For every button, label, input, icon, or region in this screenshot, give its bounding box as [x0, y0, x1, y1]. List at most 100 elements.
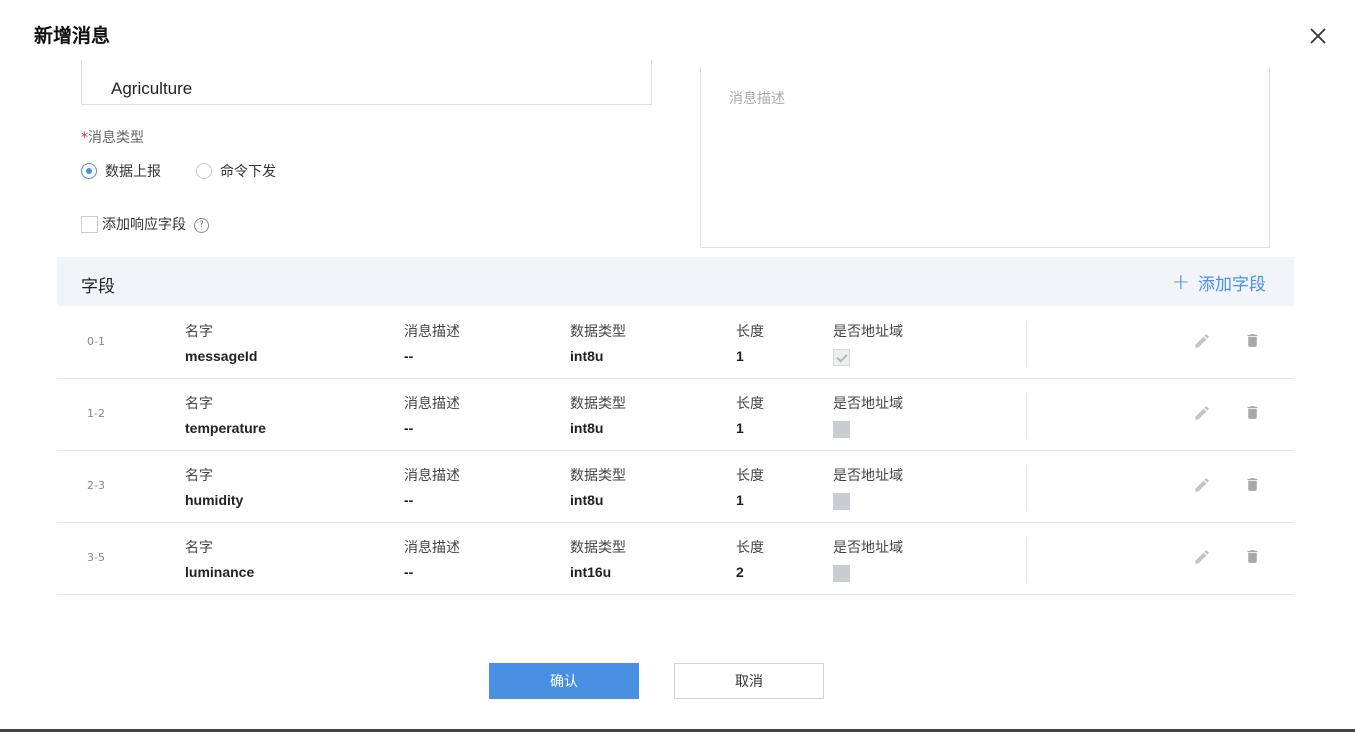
- address-cell: 是否地址域: [833, 393, 903, 438]
- name-cell: 名字 luminance: [185, 537, 254, 580]
- description-label: 消息描述: [404, 540, 460, 556]
- name-value: humidity: [185, 492, 244, 508]
- column-divider: [1026, 465, 1027, 511]
- checkbox-box: [81, 215, 98, 233]
- description-label: 消息描述: [404, 468, 460, 484]
- data-type-cell: 数据类型 int16u: [570, 537, 626, 580]
- plus-icon: +: [1171, 269, 1190, 295]
- length-cell: 长度 2: [736, 537, 764, 580]
- cancel-button[interactable]: 取消: [674, 663, 824, 699]
- name-label: 名字: [185, 540, 213, 556]
- close-icon[interactable]: [1306, 24, 1330, 48]
- column-divider: [1026, 393, 1027, 439]
- length-label: 长度: [736, 324, 764, 340]
- radio-label: 命令下发: [220, 164, 276, 180]
- length-label: 长度: [736, 540, 764, 556]
- length-label: 长度: [736, 396, 764, 412]
- address-cell: 是否地址域: [833, 465, 903, 510]
- pencil-icon[interactable]: [1193, 332, 1211, 350]
- description-label: 消息描述: [404, 396, 460, 412]
- data-type-value: int8u: [570, 348, 604, 364]
- length-label: 长度: [736, 468, 764, 484]
- message-type-text: 消息类型: [88, 130, 144, 146]
- column-divider: [1026, 321, 1027, 367]
- length-cell: 长度 1: [736, 321, 764, 364]
- byte-range: 0-1: [87, 335, 105, 348]
- message-name-input[interactable]: [81, 60, 652, 105]
- add-field-label: 添加字段: [1198, 275, 1266, 295]
- radio-circle: [81, 163, 97, 179]
- add-response-field-checkbox[interactable]: 添加响应字段 ?: [81, 214, 209, 234]
- address-checkbox: [833, 349, 850, 366]
- radio-label: 数据上报: [105, 164, 161, 180]
- fields-title: 字段: [81, 277, 115, 297]
- add-field-button[interactable]: + 添加字段: [1172, 270, 1266, 295]
- address-label: 是否地址域: [833, 540, 903, 556]
- length-value: 1: [736, 420, 744, 436]
- description-value: --: [404, 492, 414, 508]
- trash-icon[interactable]: [1244, 403, 1261, 422]
- question-icon[interactable]: ?: [194, 217, 209, 233]
- address-checkbox: [833, 421, 850, 438]
- pencil-icon[interactable]: [1193, 548, 1211, 566]
- data-type-value: int16u: [570, 564, 612, 580]
- data-type-label: 数据类型: [570, 468, 626, 484]
- field-row: 1-2 名字 temperature 消息描述 -- 数据类型 int8u 长度 1 是否地址域: [57, 378, 1294, 451]
- length-value: 2: [736, 564, 744, 580]
- address-cell: 是否地址域: [833, 321, 903, 366]
- description-cell: 消息描述 --: [404, 465, 460, 508]
- byte-range: 3-5: [87, 551, 105, 564]
- radio-command-send[interactable]: 命令下发: [196, 161, 276, 181]
- data-type-label: 数据类型: [570, 540, 626, 556]
- column-divider: [1026, 537, 1027, 583]
- address-checkbox: [833, 493, 850, 510]
- address-checkbox: [833, 565, 850, 582]
- name-cell: 名字 messageId: [185, 321, 257, 364]
- field-row: 3-5 名字 luminance 消息描述 -- 数据类型 int16u 长度 2 是否地址域: [57, 522, 1294, 595]
- pencil-icon[interactable]: [1193, 404, 1211, 422]
- fields-header: 字段 + 添加字段: [57, 257, 1294, 306]
- data-type-value: int8u: [570, 492, 604, 508]
- message-description-input[interactable]: 消息描述: [700, 67, 1270, 248]
- address-label: 是否地址域: [833, 324, 903, 340]
- data-type-value: int8u: [570, 420, 604, 436]
- address-label: 是否地址域: [833, 396, 903, 412]
- name-label: 名字: [185, 324, 213, 340]
- description-cell: 消息描述 --: [404, 321, 460, 364]
- name-label: 名字: [185, 396, 213, 412]
- description-label: 消息描述: [404, 324, 460, 340]
- description-value: --: [404, 348, 414, 364]
- radio-circle: [196, 163, 212, 179]
- length-cell: 长度 1: [736, 465, 764, 508]
- data-type-label: 数据类型: [570, 396, 626, 412]
- description-cell: 消息描述 --: [404, 537, 460, 580]
- address-cell: 是否地址域: [833, 537, 903, 582]
- length-value: 1: [736, 348, 744, 364]
- name-value: luminance: [185, 564, 255, 580]
- dialog-title: 新增消息: [34, 25, 111, 47]
- trash-icon[interactable]: [1244, 547, 1261, 566]
- required-mark: *: [81, 130, 88, 146]
- trash-icon[interactable]: [1244, 331, 1261, 350]
- name-value: temperature: [185, 420, 266, 436]
- data-type-cell: 数据类型 int8u: [570, 465, 626, 508]
- description-cell: 消息描述 --: [404, 393, 460, 436]
- pencil-icon[interactable]: [1193, 476, 1211, 494]
- checkbox-label: 添加响应字段: [102, 217, 186, 233]
- address-label: 是否地址域: [833, 468, 903, 484]
- field-row: 0-1 名字 messageId 消息描述 -- 数据类型 int8u 长度 1 是否地址域: [57, 306, 1294, 379]
- name-value: messageId: [185, 348, 258, 364]
- data-type-cell: 数据类型 int8u: [570, 321, 626, 364]
- message-type-label: *消息类型: [81, 127, 144, 147]
- description-value: --: [404, 564, 414, 580]
- name-cell: 名字 humidity: [185, 465, 243, 508]
- length-value: 1: [736, 492, 744, 508]
- trash-icon[interactable]: [1244, 475, 1261, 494]
- data-type-cell: 数据类型 int8u: [570, 393, 626, 436]
- radio-data-report[interactable]: 数据上报: [81, 161, 161, 181]
- name-cell: 名字 temperature: [185, 393, 266, 436]
- byte-range: 2-3: [87, 479, 105, 492]
- field-row: 2-3 名字 humidity 消息描述 -- 数据类型 int8u 长度 1 是否地址域: [57, 450, 1294, 523]
- length-cell: 长度 1: [736, 393, 764, 436]
- confirm-button[interactable]: 确认: [489, 663, 639, 699]
